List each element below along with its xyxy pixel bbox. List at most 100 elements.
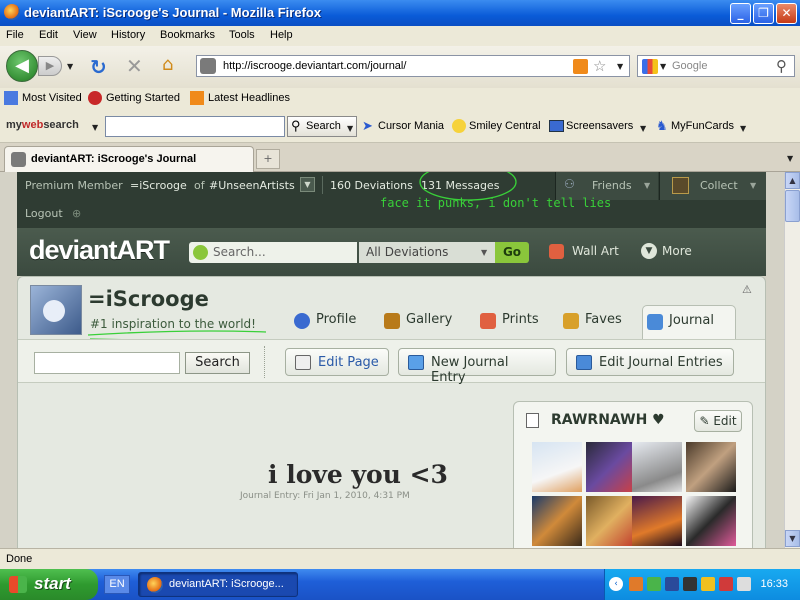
tab-profile[interactable]: Profile xyxy=(290,305,372,337)
maximize-button[interactable]: ❐ xyxy=(753,3,774,24)
history-dropdown-icon[interactable]: ▼ xyxy=(67,62,73,71)
screensavers-dropdown-icon[interactable]: ▼ xyxy=(640,124,646,133)
logout-link[interactable]: Logout xyxy=(25,207,63,220)
journal-title[interactable]: i love you <3 xyxy=(268,460,448,489)
journal-meta: Journal Entry: Fri Jan 1, 2010, 4:31 PM xyxy=(240,491,410,501)
browser-tab[interactable]: deviantART: iScrooge's Journal xyxy=(4,146,254,172)
tray-battery-icon[interactable] xyxy=(683,577,697,591)
mywebsearch-dropdown-icon[interactable]: ▼ xyxy=(92,123,98,132)
url-dropdown-icon[interactable]: ▼ xyxy=(617,62,623,71)
tray-security-icon[interactable] xyxy=(719,577,733,591)
edit-journal-entries-button[interactable]: Edit Journal Entries xyxy=(566,348,734,376)
tray-app-icon[interactable] xyxy=(629,577,643,591)
tab-gallery[interactable]: Gallery xyxy=(380,305,464,337)
friend-thumbnail[interactable] xyxy=(532,496,582,546)
friend-thumbnail[interactable] xyxy=(632,442,682,492)
new-tab-button[interactable]: + xyxy=(256,149,280,169)
friend-thumbnail[interactable] xyxy=(686,496,736,546)
search-engine-dropdown-icon[interactable]: ▼ xyxy=(660,62,666,71)
window-title: deviantART: iScrooge's Journal - Mozilla… xyxy=(24,5,322,20)
friend-thumbnail[interactable] xyxy=(532,442,582,492)
widget-edit-button[interactable]: ✎ Edit xyxy=(694,410,742,432)
tray-warning-icon[interactable] xyxy=(701,577,715,591)
web-search-box[interactable]: ▼ Google ⚲ xyxy=(637,55,795,77)
taskbar-firefox-item[interactable]: deviantART: iScrooge... xyxy=(138,572,298,597)
prints-icon xyxy=(480,313,496,329)
toolbar-smiley-central[interactable]: Smiley Central xyxy=(469,120,541,132)
start-button[interactable]: start xyxy=(0,569,98,600)
da-search-input[interactable]: Search... xyxy=(189,242,357,263)
menu-history[interactable]: History xyxy=(111,29,145,41)
stop-icon[interactable]: ✕ xyxy=(126,54,143,78)
deviations-count[interactable]: 160 Deviations xyxy=(330,179,413,192)
rss-feed-icon[interactable] xyxy=(573,59,588,74)
profile-panel: =iScrooge #1 inspiration to the world! ⚠… xyxy=(17,276,766,548)
friend-thumbnail[interactable] xyxy=(586,496,636,546)
divider xyxy=(264,346,265,378)
search-options-dropdown-icon[interactable]: ▼ xyxy=(347,124,353,133)
language-indicator[interactable]: EN xyxy=(104,575,130,594)
reload-icon[interactable]: ↻ xyxy=(90,55,107,79)
member-name[interactable]: =iScrooge xyxy=(130,179,187,192)
forward-button[interactable]: ▶ xyxy=(38,56,62,76)
tray-volume-icon[interactable] xyxy=(737,577,751,591)
divider xyxy=(322,176,323,194)
alert-icon[interactable]: ⚠ xyxy=(742,283,752,296)
menu-view[interactable]: View xyxy=(73,29,97,41)
tab-prints[interactable]: Prints xyxy=(476,305,548,337)
collect-menu[interactable]: Collect ▼ xyxy=(659,172,766,200)
bookmark-getting-started[interactable]: Getting Started xyxy=(106,92,180,104)
da-header: deviantART Search... All Deviations ▼ Go… xyxy=(17,228,766,276)
toolbar-myfuncards[interactable]: MyFunCards xyxy=(671,120,734,132)
tray-expand-icon[interactable]: ‹ xyxy=(609,577,623,591)
windows-logo-icon xyxy=(9,576,27,593)
menu-tools[interactable]: Tools xyxy=(229,29,255,41)
more-link[interactable]: More xyxy=(662,244,692,258)
menu-bookmarks[interactable]: Bookmarks xyxy=(160,29,215,41)
clock[interactable]: 16:33 xyxy=(760,578,788,590)
tray-network-icon[interactable] xyxy=(647,577,661,591)
mywebsearch-input[interactable] xyxy=(105,116,285,137)
wall-art-icon xyxy=(549,244,564,259)
toolbar-cursor-mania[interactable]: Cursor Mania xyxy=(378,120,444,132)
tab-list-icon[interactable]: ▼ xyxy=(787,154,793,163)
category-select[interactable]: All Deviations ▼ xyxy=(359,242,495,263)
journal-search-button[interactable]: Search xyxy=(185,352,250,374)
collect-label: Collect xyxy=(700,179,738,192)
scroll-down-icon[interactable]: ▼ xyxy=(785,530,800,547)
close-button[interactable]: ✕ xyxy=(776,3,797,24)
deviantart-logo[interactable]: deviantART xyxy=(29,235,170,266)
tray-device-icon[interactable] xyxy=(665,577,679,591)
edit-page-button[interactable]: Edit Page xyxy=(285,348,389,376)
avatar[interactable] xyxy=(30,285,82,335)
bookmark-latest-headlines[interactable]: Latest Headlines xyxy=(208,92,290,104)
toolbar-screensavers[interactable]: Screensavers xyxy=(566,120,633,132)
group-link[interactable]: #UnseenArtists xyxy=(209,179,295,192)
menu-edit[interactable]: Edit xyxy=(39,29,58,41)
home-icon[interactable]: ⌂ xyxy=(162,54,173,75)
page-scrollbar[interactable]: ▲ ▼ xyxy=(784,172,800,548)
tab-journal[interactable]: Journal xyxy=(642,305,736,340)
new-journal-entry-button[interactable]: New Journal Entry xyxy=(398,348,556,385)
friend-thumbnail[interactable] xyxy=(686,442,736,492)
search-icon[interactable]: ⚲ xyxy=(776,57,787,75)
scroll-thumb[interactable] xyxy=(785,190,800,222)
go-button[interactable]: Go xyxy=(495,242,529,263)
scroll-up-icon[interactable]: ▲ xyxy=(785,172,800,189)
wall-art-link[interactable]: Wall Art xyxy=(572,244,619,258)
journal-search-input[interactable] xyxy=(34,352,180,374)
magnifier-icon: ⚲ xyxy=(291,118,301,133)
myfuncards-dropdown-icon[interactable]: ▼ xyxy=(740,124,746,133)
menu-help[interactable]: Help xyxy=(270,29,293,41)
friend-thumbnail[interactable] xyxy=(632,496,682,546)
edit-entries-icon xyxy=(576,355,592,370)
url-bar[interactable]: http://iscrooge.deviantart.com/journal/ … xyxy=(196,55,630,77)
back-button[interactable]: ◀ xyxy=(6,50,38,82)
bookmark-most-visited[interactable]: Most Visited xyxy=(22,92,82,104)
tab-faves[interactable]: Faves xyxy=(559,305,631,337)
bookmark-star-icon[interactable]: ☆ xyxy=(593,57,606,75)
group-dropdown-icon[interactable]: ▼ xyxy=(300,177,315,192)
minimize-button[interactable]: _ xyxy=(730,3,751,24)
friend-thumbnail[interactable] xyxy=(586,442,636,492)
menu-file[interactable]: File xyxy=(6,29,24,41)
